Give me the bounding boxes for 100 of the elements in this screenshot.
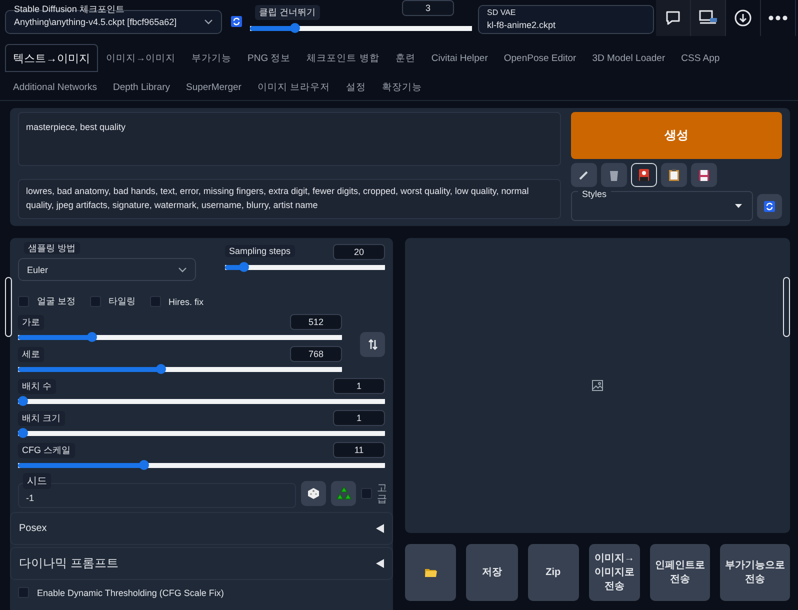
checkbox-label: 고급 bbox=[377, 482, 387, 504]
number-field[interactable]: 3 bbox=[402, 0, 454, 16]
action-button[interactable]: 이미지→이미지로 전송 bbox=[588, 544, 640, 601]
prompt-field[interactable]: masterpiece, best quality bbox=[18, 112, 561, 166]
slider-label: 세로 bbox=[18, 346, 44, 362]
slider-track[interactable] bbox=[18, 364, 342, 374]
chat-button[interactable] bbox=[656, 0, 691, 36]
slider-thumb[interactable] bbox=[156, 364, 166, 374]
checkbox-label: 얼굴 보정 bbox=[37, 295, 76, 308]
dice-button[interactable] bbox=[301, 481, 326, 506]
slider-label: 가로 bbox=[18, 314, 44, 330]
tab[interactable]: 확장기능 bbox=[374, 74, 430, 100]
triangle-icon bbox=[376, 559, 384, 568]
styles-dropdown[interactable]: Styles bbox=[571, 191, 753, 221]
tab[interactable]: 이미지→이미지 bbox=[98, 44, 184, 72]
slider-label: 배치 수 bbox=[18, 378, 56, 394]
recycle-button[interactable] bbox=[331, 481, 356, 506]
monitor-button[interactable] bbox=[691, 0, 726, 36]
tab[interactable]: Depth Library bbox=[104, 74, 178, 100]
accordion-header[interactable]: 다이나믹 프롬프트 bbox=[10, 547, 393, 580]
slider-label: 클립 건너뛰기 bbox=[255, 5, 320, 20]
field-label: 시드 bbox=[23, 473, 51, 489]
checkbox-label: 타일링 bbox=[108, 295, 136, 308]
slider-thumb[interactable] bbox=[18, 396, 28, 406]
tab[interactable]: 텍스트→이미지 bbox=[5, 44, 98, 72]
tab[interactable]: CSS App bbox=[673, 44, 728, 72]
recycle-icon bbox=[336, 487, 350, 500]
slider-label: 배치 크기 bbox=[18, 410, 65, 426]
chat-icon bbox=[664, 9, 682, 27]
floppy-icon bbox=[699, 170, 709, 180]
slider-thumb[interactable] bbox=[290, 23, 300, 33]
chevron-icon bbox=[204, 19, 213, 25]
field-value: kl-f8-anime2.ckpt bbox=[487, 20, 557, 30]
generate-button[interactable]: 생성 bbox=[571, 112, 782, 159]
number-field[interactable]: 1 bbox=[333, 410, 385, 426]
image-icon bbox=[592, 380, 603, 391]
tab[interactable]: 이미지 브라우저 bbox=[249, 74, 338, 100]
checkbox[interactable] bbox=[90, 296, 101, 307]
slider-thumb[interactable] bbox=[18, 428, 28, 438]
slider-track[interactable] bbox=[18, 396, 385, 406]
number-field[interactable]: 11 bbox=[333, 442, 385, 458]
download-icon bbox=[734, 9, 752, 27]
trash-icon bbox=[609, 169, 619, 181]
action-button[interactable]: 부가기능으로 전송 bbox=[720, 544, 790, 601]
refresh-icon[interactable] bbox=[764, 200, 775, 212]
tab[interactable]: Additional Networks bbox=[5, 74, 105, 100]
slider-track[interactable] bbox=[18, 428, 385, 438]
action-button[interactable]: 저장 bbox=[466, 544, 518, 601]
triangle-icon bbox=[376, 524, 384, 533]
number-field[interactable]: 512 bbox=[290, 314, 342, 330]
tab[interactable]: 훈련 bbox=[387, 44, 424, 72]
monitor-icon bbox=[698, 9, 718, 27]
vae-field[interactable]: SD VAE kl-f8-anime2.ckpt bbox=[478, 5, 654, 34]
checkbox[interactable] bbox=[18, 296, 29, 307]
tool-button[interactable] bbox=[691, 163, 717, 187]
accordion-header[interactable]: Posex bbox=[10, 512, 393, 545]
refresh-button[interactable] bbox=[230, 16, 242, 27]
checkbox-label: Hires. fix bbox=[168, 296, 204, 306]
sampler-dropdown[interactable]: Euler bbox=[18, 258, 196, 281]
refresh-button[interactable] bbox=[757, 194, 782, 218]
tab[interactable]: OpenPose Editor bbox=[496, 44, 584, 72]
folder-icon bbox=[424, 568, 437, 577]
action-button[interactable]: 인페인트로 전송 bbox=[650, 544, 710, 601]
caret-icon bbox=[735, 204, 742, 208]
slider-label: Sampling steps bbox=[225, 245, 295, 257]
checkbox-label: Enable Dynamic Thresholding (CFG Scale Fix) bbox=[37, 588, 224, 598]
slider-label: CFG 스케일 bbox=[18, 442, 74, 458]
tool-button[interactable] bbox=[631, 163, 657, 187]
tab[interactable]: SuperMerger bbox=[178, 74, 250, 100]
chevron-icon bbox=[178, 266, 187, 272]
checkbox[interactable] bbox=[150, 296, 161, 307]
tab[interactable]: 부가기능 bbox=[184, 44, 240, 72]
action-button[interactable]: Zip bbox=[528, 544, 579, 601]
tool-button[interactable] bbox=[661, 163, 687, 187]
slider-track[interactable] bbox=[250, 23, 472, 33]
tab[interactable]: 3D Model Loader bbox=[584, 44, 674, 72]
tab[interactable]: 체크포인트 병합 bbox=[298, 44, 388, 72]
tool-button[interactable] bbox=[571, 163, 597, 187]
slider-track[interactable] bbox=[18, 460, 385, 470]
number-field[interactable]: 20 bbox=[333, 244, 385, 260]
folder-button[interactable] bbox=[405, 544, 456, 601]
tab[interactable]: Civitai Helper bbox=[423, 44, 496, 72]
slider-thumb[interactable] bbox=[238, 262, 248, 272]
slider-thumb[interactable] bbox=[87, 332, 98, 342]
number-field[interactable]: 768 bbox=[290, 346, 342, 362]
checkbox[interactable] bbox=[361, 488, 372, 499]
slider-track[interactable] bbox=[18, 332, 342, 342]
tab[interactable]: 설정 bbox=[338, 74, 374, 100]
negative-prompt-field[interactable]: lowres, bad anatomy, bad hands, text, error, missing fingers, extra digit, fewer digits, cropped, worst quality, low quality, normal quality, jpeg artifacts, signature, watermark, username, blurry, artist name bbox=[18, 179, 561, 219]
resize-handle[interactable] bbox=[5, 277, 12, 337]
number-field[interactable]: 1 bbox=[333, 378, 385, 394]
tab[interactable]: PNG 정보 bbox=[240, 44, 299, 72]
card-icon bbox=[639, 169, 649, 181]
tool-button[interactable] bbox=[601, 163, 627, 187]
slider-track[interactable] bbox=[225, 262, 385, 272]
checkbox[interactable] bbox=[18, 587, 29, 598]
resize-handle[interactable] bbox=[783, 277, 790, 337]
field-label: SD VAE bbox=[487, 8, 517, 17]
swap-button[interactable] bbox=[360, 332, 385, 356]
slider-thumb[interactable] bbox=[139, 460, 150, 470]
